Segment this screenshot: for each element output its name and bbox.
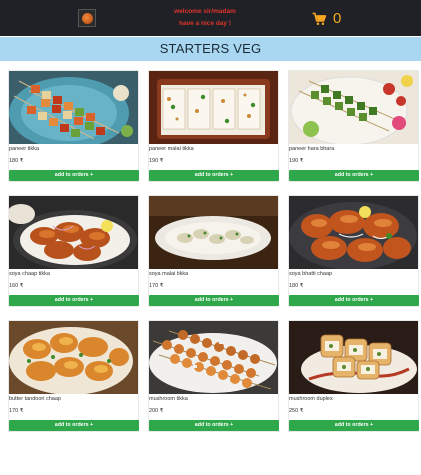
menu-card-butter-tandoori-chaap: butter tandoori chaap 170 ₹ add to order… [8, 320, 139, 432]
item-name: mushroom duplex [289, 396, 333, 402]
section-title: STARTERS VEG [0, 37, 421, 61]
menu-card-paneer-hara-bhara: paneer hara bhara 190 ₹ add to orders + [288, 70, 419, 182]
restaurant-logo-icon[interactable] [78, 9, 96, 27]
top-navbar: welcome sir/madam have a nice day ! 0 [0, 0, 421, 36]
add-to-orders-button[interactable]: add to orders + [9, 295, 139, 306]
menu-card-mushroom-tikka: mushroom tikka 200 ₹ add to orders + [148, 320, 279, 432]
food-image-butter-tandoori-chaap [9, 321, 138, 394]
shopping-cart-icon[interactable] [312, 12, 327, 26]
menu-card-soya-malai-tikka: soya malai tikka 170 ₹ add to orders + [148, 195, 279, 307]
food-image-paneer-tikka [9, 71, 138, 144]
menu-card-paneer-malai-tikka: paneer malai tikka 190 ₹ add to orders + [148, 70, 279, 182]
menu-card-soya-chaap-tikka: soya chaap tikka 160 ₹ add to orders + [8, 195, 139, 307]
welcome-line-1: welcome sir/madam [174, 8, 236, 15]
item-price: 160 ₹ [9, 283, 24, 289]
item-name: butter tandoori chaap [9, 396, 61, 402]
menu-card-paneer-tikka: paneer tikka 180 ₹ add to orders + [8, 70, 139, 182]
item-price: 250 ₹ [289, 408, 304, 414]
item-price: 190 ₹ [289, 158, 304, 164]
welcome-line-2: have a nice day ! [178, 20, 232, 27]
item-name: soya bhatti chaap [289, 271, 333, 277]
food-image-mushroom-duplex [289, 321, 418, 394]
item-name: soya malai tikka [149, 271, 189, 277]
item-price: 170 ₹ [9, 408, 24, 414]
add-to-orders-button[interactable]: add to orders + [9, 170, 139, 181]
item-name: paneer hara bhara [289, 146, 335, 152]
add-to-orders-button[interactable]: add to orders + [149, 420, 279, 431]
add-to-orders-button[interactable]: add to orders + [289, 295, 419, 306]
add-to-orders-button[interactable]: add to orders + [289, 420, 419, 431]
item-name: paneer tikka [9, 146, 39, 152]
add-to-orders-button[interactable]: add to orders + [289, 170, 419, 181]
add-to-orders-button[interactable]: add to orders + [9, 420, 139, 431]
cart-button[interactable]: 0 [312, 10, 341, 28]
item-price: 180 ₹ [289, 283, 304, 289]
item-price: 180 ₹ [9, 158, 24, 164]
food-image-soya-chaap-tikka [9, 196, 138, 269]
food-image-soya-bhatti-chaap [289, 196, 418, 269]
food-image-paneer-malai-tikka [149, 71, 278, 144]
item-name: soya chaap tikka [9, 271, 50, 277]
menu-card-soya-bhatti-chaap: soya bhatti chaap 180 ₹ add to orders + [288, 195, 419, 307]
welcome-message: welcome sir/madam have a nice day ! [150, 6, 260, 30]
cart-count: 0 [333, 10, 342, 27]
item-price: 170 ₹ [149, 283, 164, 289]
item-price: 190 ₹ [149, 158, 164, 164]
add-to-orders-button[interactable]: add to orders + [149, 295, 279, 306]
add-to-orders-button[interactable]: add to orders + [149, 170, 279, 181]
food-image-paneer-hara-bhara [289, 71, 418, 144]
item-price: 200 ₹ [149, 408, 164, 414]
food-image-soya-malai-tikka [149, 196, 278, 269]
item-name: paneer malai tikka [149, 146, 194, 152]
menu-card-mushroom-duplex: mushroom duplex 250 ₹ add to orders + [288, 320, 419, 432]
food-image-mushroom-tikka [149, 321, 278, 394]
item-name: mushroom tikka [149, 396, 188, 402]
